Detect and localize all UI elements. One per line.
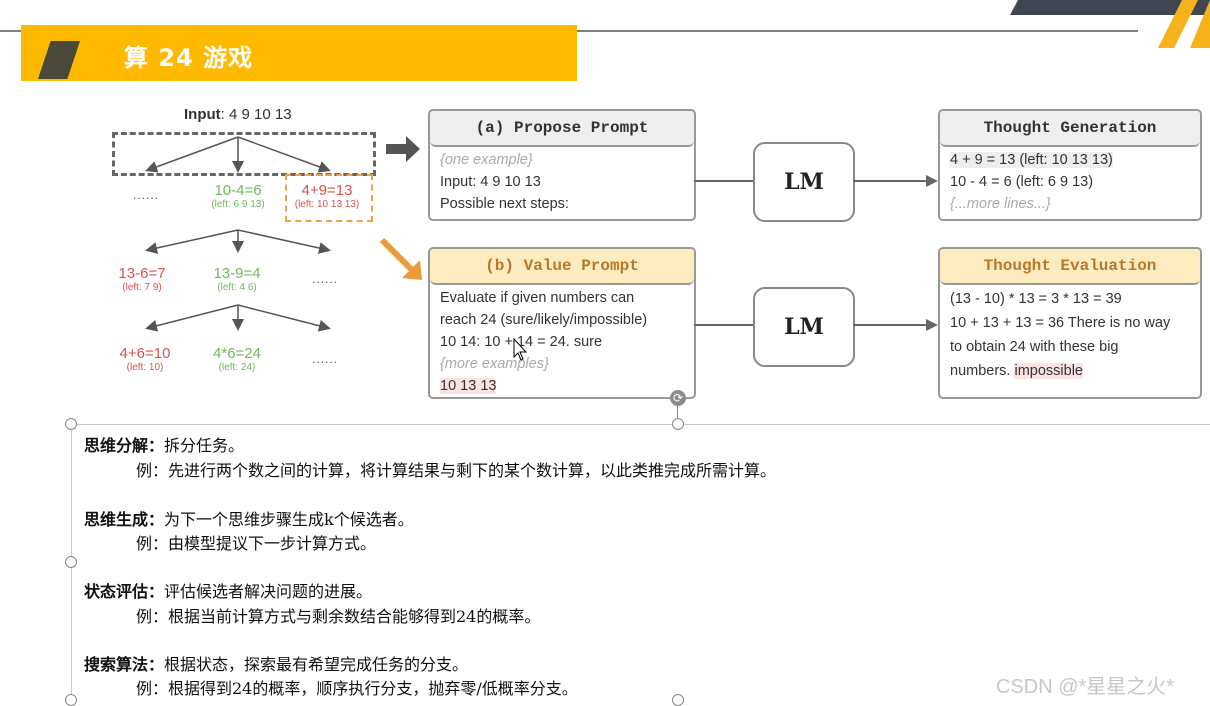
node-equation: 13-9=4 bbox=[213, 265, 261, 282]
thought-line: 4 + 9 = 13 (left: 10 13 13) bbox=[950, 152, 1113, 168]
prompt-line: {one example} bbox=[440, 152, 533, 168]
thought-generation-header: Thought Generation bbox=[940, 111, 1200, 147]
node-equation: 4+9=13 bbox=[301, 182, 353, 199]
tree-node: 13-6=7 (left: 7 9) bbox=[107, 265, 177, 293]
node-remaining: (left: 7 9) bbox=[122, 282, 162, 293]
tree-edge bbox=[237, 229, 331, 254]
note-term: 思维分解： bbox=[84, 436, 165, 455]
slide-title: 算 24 游戏 bbox=[124, 44, 254, 72]
note-term: 搜索算法： bbox=[84, 655, 165, 674]
title-bar bbox=[21, 25, 577, 81]
tree-input: Input: 4 9 10 13 bbox=[184, 106, 292, 123]
tree-node-ellipsis: ...... bbox=[311, 272, 338, 286]
node-equation: 13-6=7 bbox=[118, 265, 166, 282]
tree-to-prompt-arrows bbox=[380, 136, 422, 280]
node-remaining: (left: 4 6) bbox=[217, 282, 257, 293]
note-example: 例：根据当前计算方式与剩余数结合能够得到24的概率。 bbox=[136, 607, 541, 626]
value-prompt-header: (b) Value Prompt bbox=[430, 249, 694, 285]
value-prompt-box: (b) Value Prompt Evaluate if given numbe… bbox=[428, 247, 696, 399]
thought-evaluation-box: Thought Evaluation (13 - 10) * 13 = 3 * … bbox=[938, 247, 1202, 399]
tree-node: 10-4=6 (left: 6 9 13) bbox=[198, 182, 278, 210]
note-item: 思维生成：为下一个思维步骤生成k个候选者。 bbox=[84, 506, 414, 530]
textbox-frame-top bbox=[71, 424, 1210, 425]
prompt-line-highlighted: 10 13 13 bbox=[440, 378, 497, 394]
note-example: 例：由模型提议下一步计算方式。 bbox=[136, 534, 377, 553]
thought-evaluation-header: Thought Evaluation bbox=[940, 249, 1200, 285]
prompt-line: Evaluate if given numbers can bbox=[440, 290, 635, 306]
tree-node: 4*6=24 (left: 24) bbox=[202, 345, 272, 373]
arrow-right-icon bbox=[926, 319, 938, 331]
thought-line: {...more lines...} bbox=[950, 196, 1051, 212]
tree-node: 13-9=4 (left: 4 6) bbox=[202, 265, 272, 293]
resize-handle[interactable] bbox=[65, 694, 77, 706]
prompt-line: 10 14: 10 + 14 = 24. sure bbox=[440, 334, 603, 350]
connector-line bbox=[694, 324, 754, 326]
thought-generation-box: Thought Generation 4 + 9 = 13 (left: 10 … bbox=[938, 109, 1202, 221]
note-item: 搜索算法：根据状态，探索最有希望完成任务的分支。 bbox=[84, 651, 468, 675]
evaluation-line: (13 - 10) * 13 = 3 * 13 = 39 bbox=[950, 291, 1122, 307]
lm-box: LM bbox=[753, 142, 855, 222]
evaluation-line: numbers. bbox=[950, 363, 1011, 379]
arrow-right-icon bbox=[926, 175, 938, 187]
watermark: CSDN @*星星之火* bbox=[996, 676, 1175, 698]
prompt-line: Possible next steps: bbox=[440, 196, 569, 212]
prompt-line: Input: 4 9 10 13 bbox=[440, 174, 541, 190]
node-remaining: (left: 10 13 13) bbox=[294, 199, 360, 210]
tree-input-label: Input bbox=[184, 106, 221, 123]
evaluation-line: 10 + 13 + 13 = 36 There is no way bbox=[950, 315, 1171, 331]
propose-prompt-box: (a) Propose Prompt {one example} Input: … bbox=[428, 109, 696, 221]
note-desc: 拆分任务。 bbox=[164, 436, 245, 455]
prompt-line: {more examples} bbox=[440, 356, 549, 372]
node-equation: 4*6=24 bbox=[213, 345, 261, 362]
evaluation-line: to obtain 24 with these big bbox=[950, 339, 1119, 355]
tree-edge bbox=[145, 229, 239, 254]
prompt-line: reach 24 (sure/likely/impossible) bbox=[440, 312, 648, 328]
tree-edge bbox=[237, 136, 331, 173]
tree-node-selected: 4+9=13 (left: 10 13 13) bbox=[287, 182, 367, 210]
node-remaining: (left: 24) bbox=[218, 362, 256, 373]
resize-handle[interactable] bbox=[672, 694, 684, 706]
note-desc: 根据状态，探索最有希望完成任务的分支。 bbox=[164, 655, 469, 674]
thought-line: 10 - 4 = 6 (left: 6 9 13) bbox=[950, 174, 1094, 190]
note-term: 状态评估： bbox=[84, 582, 165, 601]
node-remaining: (left: 10) bbox=[126, 362, 164, 373]
tree-input-value: 4 9 10 13 bbox=[229, 106, 292, 123]
note-term: 思维生成： bbox=[84, 510, 165, 529]
note-item: 状态评估：评估候选者解决问题的进展。 bbox=[84, 578, 372, 602]
tree-edges bbox=[145, 136, 331, 332]
orange-arrow-icon bbox=[380, 237, 417, 275]
note-example: 例：先进行两个数之间的计算，将计算结果与剩下的某个数计算，以此类推完成所需计算。 bbox=[136, 461, 777, 480]
connector-line bbox=[694, 180, 754, 182]
resize-handle[interactable] bbox=[65, 418, 77, 430]
rotate-handle-icon[interactable]: ⟳ bbox=[670, 390, 686, 406]
connector-line bbox=[853, 180, 927, 182]
note-desc: 为下一个思维步骤生成k个候选者。 bbox=[164, 510, 414, 529]
tree-node-ellipsis: ...... bbox=[132, 188, 159, 202]
evaluation-verdict: impossible bbox=[1014, 363, 1083, 379]
node-remaining: (left: 6 9 13) bbox=[211, 199, 265, 210]
lm-box: LM bbox=[753, 287, 855, 367]
resize-handle[interactable] bbox=[672, 418, 684, 430]
node-equation: 4+6=10 bbox=[119, 345, 171, 362]
note-example: 例：根据得到24的概率，顺序执行分支，抛弃零/低概率分支。 bbox=[136, 679, 578, 698]
tree-edge bbox=[145, 136, 239, 173]
mouse-cursor-icon bbox=[513, 337, 528, 361]
tree-node-ellipsis: ...... bbox=[311, 352, 338, 366]
propose-prompt-header: (a) Propose Prompt bbox=[430, 111, 694, 147]
gray-arrow-icon bbox=[386, 136, 420, 162]
tree-edge bbox=[145, 304, 239, 332]
note-desc: 评估候选者解决问题的进展。 bbox=[164, 582, 373, 601]
connector-line bbox=[853, 324, 927, 326]
node-equation: 10-4=6 bbox=[214, 182, 262, 199]
tree-edge bbox=[237, 304, 331, 332]
note-item: 思维分解：拆分任务。 bbox=[84, 432, 244, 456]
resize-handle[interactable] bbox=[65, 556, 77, 568]
tree-node: 4+6=10 (left: 10) bbox=[110, 345, 180, 373]
